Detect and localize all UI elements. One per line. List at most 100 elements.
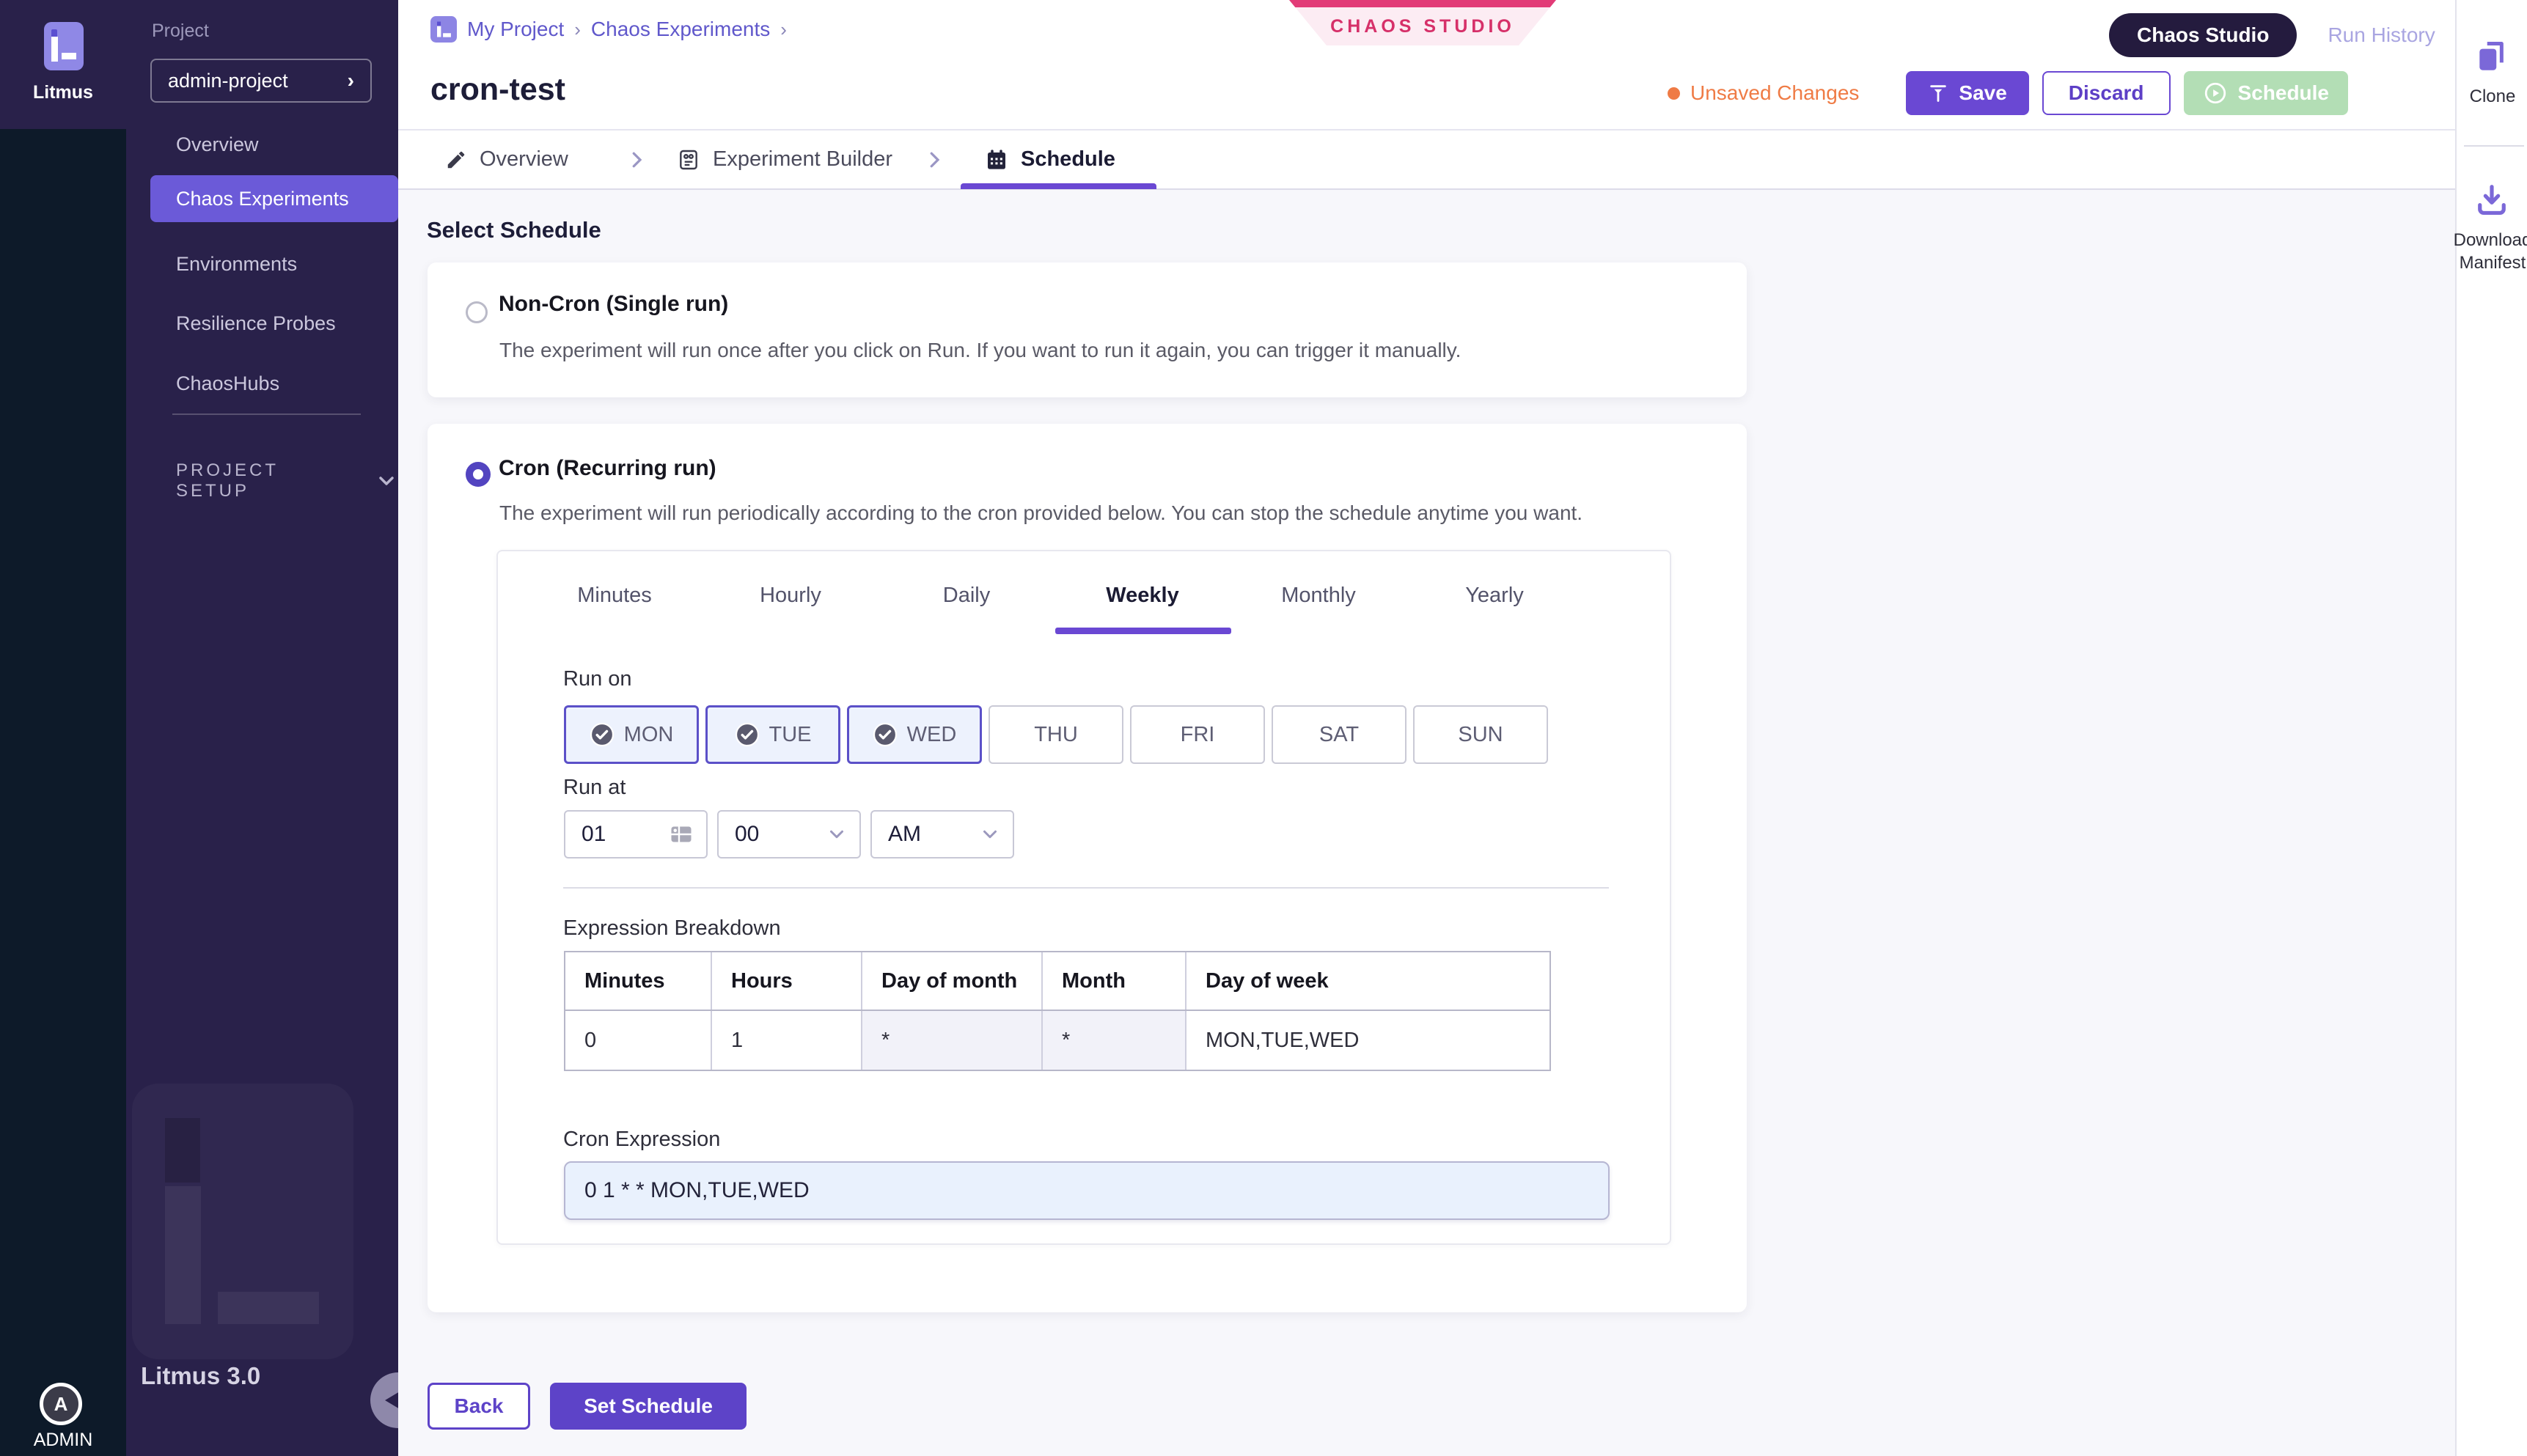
cell-month: * xyxy=(1043,1011,1187,1070)
project-label: Project xyxy=(152,21,209,42)
tab-label: Weekly xyxy=(1106,584,1178,608)
run-on-label: Run on xyxy=(563,667,632,691)
sidebar-item-overview[interactable]: Overview xyxy=(126,121,398,168)
step-label: Overview xyxy=(480,147,568,172)
sidebar-divider xyxy=(172,413,361,415)
tab-label: Daily xyxy=(943,584,990,608)
expression-breakdown-label: Expression Breakdown xyxy=(563,916,781,941)
sidebar-item-chaos-experiments[interactable]: Chaos Experiments xyxy=(150,175,398,222)
right-action-panel: Clone Download Manifest xyxy=(2455,0,2527,1456)
sidebar-item-environments[interactable]: Environments xyxy=(126,240,398,287)
step-schedule[interactable]: Schedule xyxy=(985,130,1115,188)
project-select-value: admin-project xyxy=(168,70,348,92)
non-cron-option-card[interactable]: Non-Cron (Single run) The experiment wil… xyxy=(428,262,1747,397)
sidebar-collapse-button[interactable] xyxy=(370,1372,398,1428)
play-circle-icon xyxy=(2203,81,2228,106)
day-label: MON xyxy=(624,723,674,747)
watermark-block xyxy=(165,1118,200,1183)
breadcrumb-my-project[interactable]: My Project xyxy=(467,18,564,41)
breadcrumb-logo-icon xyxy=(430,16,457,43)
sidebar-item-label: ChaosHubs xyxy=(176,372,279,395)
day-button-fri[interactable]: FRI xyxy=(1130,705,1265,764)
experiment-builder-icon xyxy=(677,148,700,172)
breadcrumb-chaos-experiments[interactable]: Chaos Experiments xyxy=(591,18,770,41)
cron-tab-minutes[interactable]: Minutes xyxy=(527,573,703,617)
non-cron-description: The experiment will run once after you c… xyxy=(499,339,1461,362)
sidebar-item-resilience-probes[interactable]: Resilience Probes xyxy=(126,300,398,347)
download-icon[interactable] xyxy=(2473,180,2511,218)
project-select[interactable]: admin-project › xyxy=(150,59,372,103)
discard-button[interactable]: Discard xyxy=(2042,71,2171,115)
step-label: Experiment Builder xyxy=(713,147,892,172)
page-title: cron-test xyxy=(430,72,565,108)
header-cell: Minutes xyxy=(565,952,712,1010)
tab-label: Monthly xyxy=(1281,584,1356,608)
meridiem-value: AM xyxy=(888,822,979,847)
hour-input[interactable]: 01 xyxy=(564,810,708,858)
chaos-studio-tab[interactable]: Chaos Studio xyxy=(2109,13,2297,57)
version-label: Litmus 3.0 xyxy=(141,1362,260,1390)
run-history-tab[interactable]: Run History xyxy=(2328,23,2435,47)
unsaved-status: Unsaved Changes xyxy=(1668,81,1859,105)
day-label: FRI xyxy=(1181,723,1215,747)
user-role-label: ADMIN xyxy=(0,1430,126,1451)
active-tab-underline xyxy=(1055,628,1231,634)
panel-divider xyxy=(563,887,1609,889)
breadcrumb: My Project › Chaos Experiments › xyxy=(430,16,787,43)
table-header-row: Minutes Hours Day of month Month Day of … xyxy=(565,952,1549,1011)
litmus-logo-icon[interactable] xyxy=(44,22,84,70)
step-experiment-builder[interactable]: Experiment Builder xyxy=(677,130,892,188)
chevron-right-icon: › xyxy=(348,69,354,92)
tab-label: Hourly xyxy=(760,584,821,608)
back-button[interactable]: Back xyxy=(428,1383,530,1430)
cron-description: The experiment will run periodically acc… xyxy=(499,501,1582,525)
breadcrumb-separator: › xyxy=(780,18,787,41)
ribbon-top-bar xyxy=(1289,0,1556,7)
cron-tab-hourly[interactable]: Hourly xyxy=(703,573,879,617)
save-button[interactable]: Save xyxy=(1906,71,2028,115)
cron-tab-weekly[interactable]: Weekly xyxy=(1055,573,1231,617)
chevron-down-icon xyxy=(826,823,848,845)
cron-tab-monthly[interactable]: Monthly xyxy=(1231,573,1406,617)
status-dot-icon xyxy=(1668,87,1680,100)
header-cell: Day of month xyxy=(862,952,1043,1010)
header-cell: Month xyxy=(1043,952,1187,1010)
cron-radio-selected[interactable] xyxy=(466,462,491,487)
day-button-sun[interactable]: SUN xyxy=(1413,705,1548,764)
schedule-button-disabled[interactable]: Schedule xyxy=(2184,71,2348,115)
header-cell: Hours xyxy=(712,952,862,1010)
keypad-icon xyxy=(668,821,694,848)
cron-tab-daily[interactable]: Daily xyxy=(879,573,1055,617)
cron-tab-yearly[interactable]: Yearly xyxy=(1406,573,1582,617)
sidebar-item-chaoshubs[interactable]: ChaosHubs xyxy=(126,360,398,407)
collapse-left-icon xyxy=(385,1391,398,1409)
check-circle-icon xyxy=(873,722,898,747)
litmus-watermark xyxy=(132,1084,353,1359)
cell-hours: 1 xyxy=(712,1011,862,1070)
cron-expression-input[interactable]: 0 1 * * MON,TUE,WED xyxy=(564,1161,1610,1220)
cron-expression-label: Cron Expression xyxy=(563,1128,720,1152)
cron-option-card: Cron (Recurring run) The experiment will… xyxy=(428,424,1747,1312)
cron-title: Cron (Recurring run) xyxy=(499,456,716,481)
sidebar-item-label: Resilience Probes xyxy=(176,312,336,335)
minute-select[interactable]: 00 xyxy=(717,810,861,858)
project-setup-toggle[interactable]: PROJECT SETUP xyxy=(176,460,398,501)
hour-value: 01 xyxy=(582,822,668,847)
day-label: WED xyxy=(907,723,957,747)
active-step-underline xyxy=(961,183,1156,189)
clone-icon[interactable] xyxy=(2473,38,2510,75)
non-cron-radio[interactable] xyxy=(466,301,488,323)
meridiem-select[interactable]: AM xyxy=(870,810,1014,858)
day-button-sat[interactable]: SAT xyxy=(1272,705,1406,764)
day-button-mon[interactable]: MON xyxy=(564,705,699,764)
experiment-steps: Overview Experiment Builder Schedule xyxy=(398,130,2455,188)
day-button-wed[interactable]: WED xyxy=(847,705,982,764)
sidebar-item-label: Chaos Experiments xyxy=(176,188,349,210)
day-button-tue[interactable]: TUE xyxy=(705,705,840,764)
chaos-studio-ribbon: CHAOS STUDIO xyxy=(1289,0,1556,45)
avatar[interactable]: A xyxy=(40,1383,82,1425)
cell-day-of-month: * xyxy=(862,1011,1043,1070)
set-schedule-button[interactable]: Set Schedule xyxy=(550,1383,747,1430)
step-overview[interactable]: Overview xyxy=(445,130,568,188)
day-button-thu[interactable]: THU xyxy=(989,705,1123,764)
